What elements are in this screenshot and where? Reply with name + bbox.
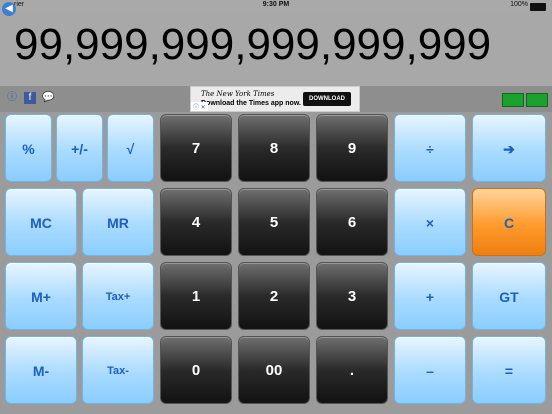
- plus-minus-label: +/-: [71, 141, 88, 157]
- percent-label: %: [22, 141, 35, 157]
- clear-label: C: [503, 215, 515, 231]
- key-3-label: 3: [347, 288, 357, 305]
- tax-minus-label: Tax-: [107, 365, 129, 377]
- equals-button[interactable]: =: [472, 336, 546, 404]
- ad-download-button[interactable]: DOWNLOAD: [303, 92, 351, 106]
- adchoices-icon[interactable]: ⓘ ✕: [191, 102, 208, 111]
- battery-percent: 100%: [510, 1, 528, 8]
- mr-button[interactable]: MR: [82, 188, 154, 256]
- m-minus-button[interactable]: M-: [5, 336, 77, 404]
- equals-label: =: [504, 363, 514, 379]
- m-plus-label: M+: [31, 289, 51, 305]
- green-toggle-1[interactable]: [502, 93, 524, 107]
- key-9-label: 9: [347, 140, 357, 157]
- clear-button[interactable]: C: [472, 188, 546, 256]
- mr-label: MR: [107, 215, 129, 231]
- add-button[interactable]: +: [394, 262, 466, 330]
- sqrt-button[interactable]: √: [107, 114, 154, 182]
- key-3[interactable]: 3: [316, 262, 388, 330]
- key-5[interactable]: 5: [238, 188, 310, 256]
- plus-minus-button[interactable]: +/-: [56, 114, 103, 182]
- add-label: +: [425, 289, 435, 305]
- backspace-button[interactable]: ➔: [472, 114, 546, 182]
- key-4-label: 4: [191, 214, 201, 231]
- tax-plus-button[interactable]: Tax+: [82, 262, 154, 330]
- sqrt-label: √: [126, 141, 135, 157]
- key-2[interactable]: 2: [238, 262, 310, 330]
- key-6-label: 6: [347, 214, 357, 231]
- key-2-label: 2: [269, 288, 279, 305]
- info-icon[interactable]: ⓘ: [6, 92, 18, 104]
- percent-button[interactable]: %: [5, 114, 52, 182]
- key-6[interactable]: 6: [316, 188, 388, 256]
- ad-banner[interactable]: The New York Times Download the Times ap…: [190, 86, 360, 112]
- key-7-label: 7: [191, 140, 201, 157]
- chat-icon[interactable]: 💬: [42, 92, 54, 104]
- key-1[interactable]: 1: [160, 262, 232, 330]
- gt-button[interactable]: GT: [472, 262, 546, 330]
- mc-button[interactable]: MC: [5, 188, 77, 256]
- status-bar: rier 9:30 PM 100%: [0, 0, 552, 12]
- ad-brand: The New York Times: [201, 90, 275, 98]
- mc-label: MC: [30, 215, 52, 231]
- key-decimal-label: .: [349, 362, 355, 379]
- key-00-label: 00: [265, 362, 283, 379]
- calculator-display: 99,999,999,999,999,999: [0, 12, 552, 87]
- m-minus-label: M-: [32, 363, 50, 379]
- status-time: 9:30 PM: [262, 1, 290, 8]
- m-plus-button[interactable]: M+: [5, 262, 77, 330]
- subtract-button[interactable]: –: [394, 336, 466, 404]
- key-1-label: 1: [191, 288, 201, 305]
- gt-label: GT: [499, 289, 519, 305]
- back-app-icon[interactable]: ◀: [2, 2, 16, 16]
- key-9[interactable]: 9: [316, 114, 388, 182]
- key-4[interactable]: 4: [160, 188, 232, 256]
- subtract-label: –: [426, 363, 434, 379]
- key-decimal[interactable]: .: [316, 336, 388, 404]
- key-5-label: 5: [269, 214, 279, 231]
- display-value: 99,999,999,999,999,999: [14, 20, 492, 69]
- key-0-label: 0: [191, 362, 201, 379]
- ad-tagline: Download the Times app now.: [201, 100, 301, 107]
- multiply-label: ×: [425, 215, 435, 231]
- key-7[interactable]: 7: [160, 114, 232, 182]
- key-00[interactable]: 00: [238, 336, 310, 404]
- divide-button[interactable]: ÷: [394, 114, 466, 182]
- key-8-label: 8: [269, 140, 279, 157]
- divide-label: ÷: [426, 141, 434, 157]
- facebook-icon[interactable]: f: [24, 92, 36, 104]
- multiply-button[interactable]: ×: [394, 188, 466, 256]
- green-toggle-2[interactable]: [526, 93, 548, 107]
- tax-minus-button[interactable]: Tax-: [82, 336, 154, 404]
- tax-plus-label: Tax+: [105, 291, 131, 303]
- key-8[interactable]: 8: [238, 114, 310, 182]
- battery-icon: [530, 3, 546, 11]
- key-0[interactable]: 0: [160, 336, 232, 404]
- arrow-right-icon: ➔: [503, 141, 515, 157]
